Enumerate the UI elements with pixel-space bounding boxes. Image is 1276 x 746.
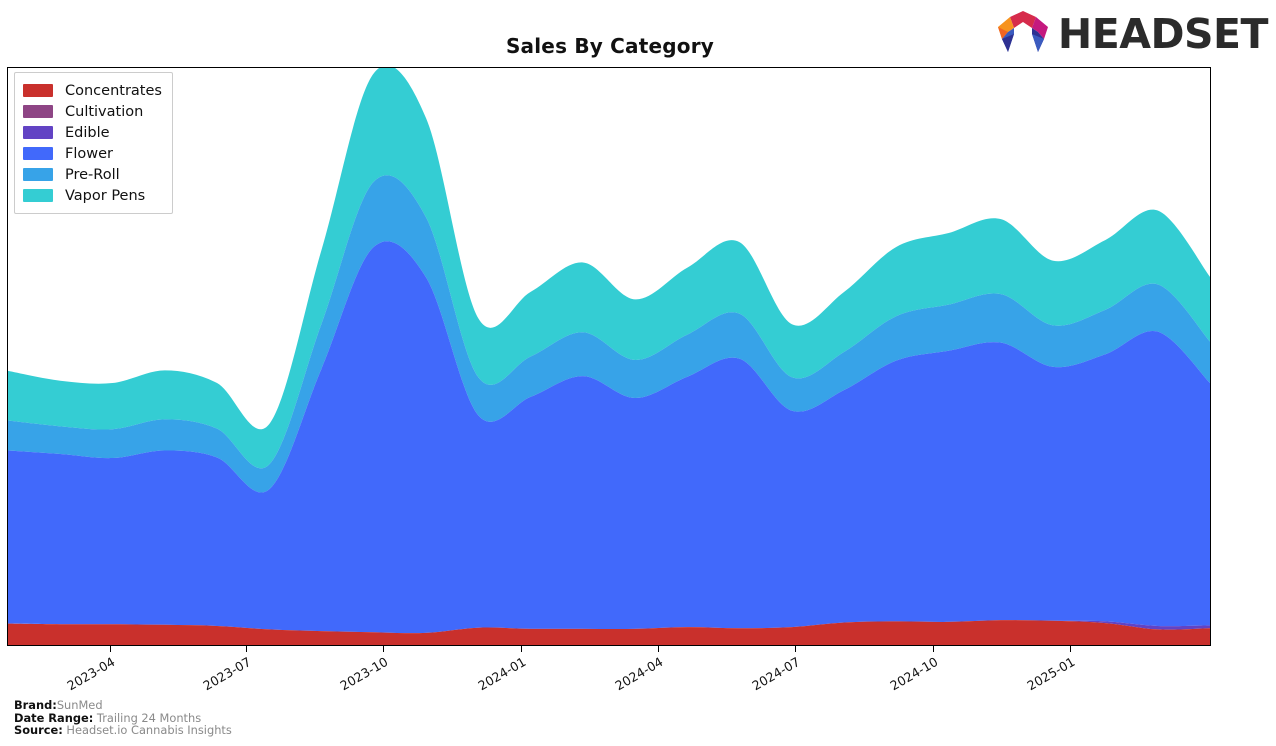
x-axis-tick-mark bbox=[383, 646, 384, 652]
x-axis-tick-label: 2024-07 bbox=[749, 654, 803, 694]
legend-swatch-icon bbox=[23, 105, 53, 118]
footer-source-label: Source: bbox=[14, 723, 63, 738]
x-axis-tick-mark bbox=[109, 646, 111, 652]
x-axis-tick-mark bbox=[1070, 646, 1071, 652]
legend-swatch-icon bbox=[23, 126, 53, 139]
legend-item-label: Flower bbox=[65, 145, 113, 162]
chart-footer: Brand:SunMed Date Range: Trailing 24 Mon… bbox=[14, 699, 232, 737]
legend-item[interactable]: Vapor Pens bbox=[23, 185, 162, 206]
headset-hexagon-icon bbox=[994, 8, 1052, 60]
x-axis-tick-mark bbox=[658, 646, 659, 652]
legend-item-label: Concentrates bbox=[65, 82, 162, 99]
legend-item-label: Cultivation bbox=[65, 103, 144, 120]
chart-legend: Concentrates Cultivation Edible Flower Pre-R… bbox=[14, 72, 173, 214]
legend-item[interactable]: Pre-Roll bbox=[23, 164, 162, 185]
chart-plot-area bbox=[7, 67, 1211, 646]
legend-swatch-icon bbox=[23, 168, 53, 181]
chart-page: Sales By Category HEADSET Concentrates Cu… bbox=[0, 0, 1276, 746]
x-axis-tick-label: 2024-01 bbox=[475, 654, 529, 694]
x-axis-tick-label: 2023-10 bbox=[337, 654, 391, 694]
footer-source-value: Headset.io Cannabis Insights bbox=[66, 723, 232, 738]
legend-item[interactable]: Flower bbox=[23, 143, 162, 164]
legend-swatch-icon bbox=[23, 147, 53, 160]
footer-source-line: Source: Headset.io Cannabis Insights bbox=[14, 724, 232, 737]
legend-item[interactable]: Edible bbox=[23, 122, 162, 143]
x-axis-tick-mark bbox=[795, 646, 797, 652]
x-axis-tick-label: 2025-01 bbox=[1024, 654, 1078, 694]
x-axis-tick-mark bbox=[245, 646, 247, 652]
x-axis-tick-mark bbox=[932, 646, 934, 652]
legend-item[interactable]: Cultivation bbox=[23, 101, 162, 122]
headset-wordmark: HEADSET bbox=[1057, 9, 1269, 58]
legend-item[interactable]: Concentrates bbox=[23, 80, 162, 101]
legend-swatch-icon bbox=[23, 84, 53, 97]
x-axis-tick-label: 2023-04 bbox=[64, 654, 118, 694]
legend-swatch-icon bbox=[23, 189, 53, 202]
x-axis-tick-label: 2024-10 bbox=[887, 654, 941, 694]
legend-item-label: Edible bbox=[65, 124, 110, 141]
legend-item-label: Vapor Pens bbox=[65, 187, 146, 204]
legend-item-label: Pre-Roll bbox=[65, 166, 120, 183]
x-axis-tick-label: 2023-07 bbox=[200, 654, 254, 694]
stacked-area-chart bbox=[8, 68, 1210, 645]
x-axis-tick-label: 2024-04 bbox=[612, 654, 666, 694]
x-axis-tick-mark bbox=[520, 646, 522, 652]
headset-logo: HEADSET bbox=[994, 8, 1269, 60]
